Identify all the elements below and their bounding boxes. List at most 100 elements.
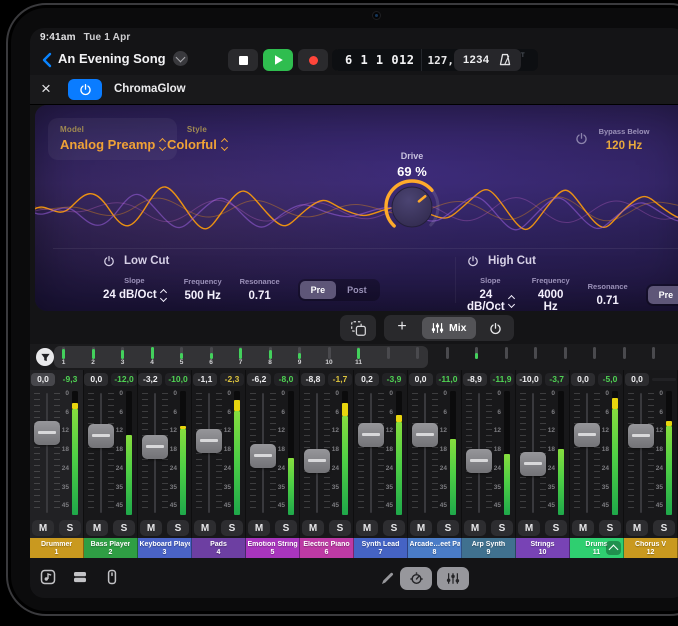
track-name-footer[interactable]: Electric Piano6 (300, 538, 354, 558)
low-cut-frequency-field[interactable]: Frequency 500 Hz (184, 277, 222, 302)
high-cut-power-button[interactable] (467, 255, 479, 267)
track-name-footer[interactable]: Drummer1 (30, 538, 84, 558)
close-plugin-button[interactable]: × (41, 78, 51, 100)
fader-value[interactable]: -8,9 (463, 373, 487, 386)
fader-value[interactable]: 0,0 (625, 373, 649, 386)
fader-value[interactable]: -8,8 (301, 373, 325, 386)
solo-button[interactable]: S (113, 520, 135, 536)
track-name-footer[interactable]: Drums11 (570, 538, 624, 558)
mute-button[interactable]: M (464, 520, 486, 536)
metronome-icon[interactable] (498, 53, 512, 67)
drive-knob[interactable] (382, 177, 442, 237)
low-cut-power-button[interactable] (103, 255, 115, 267)
track-name: Electric Piano (303, 541, 349, 548)
mute-button[interactable]: M (194, 520, 216, 536)
fader-value[interactable]: -6,2 (247, 373, 271, 386)
mute-button[interactable]: M (248, 520, 270, 536)
solo-button[interactable]: S (221, 520, 243, 536)
multiselect-button[interactable] (340, 315, 376, 341)
mute-button[interactable]: M (302, 520, 324, 536)
low-cut-slope-field[interactable]: Slope 24 dB/Oct (103, 276, 166, 303)
bypass-below-field[interactable]: Bypass Below 120 Hz (591, 127, 657, 152)
solo-button[interactable]: S (599, 520, 621, 536)
solo-button[interactable]: S (653, 520, 675, 536)
meter-scale: 061218243545 (218, 390, 231, 514)
level-field[interactable]: Level 0.0 (659, 127, 678, 152)
filter-button[interactable] (36, 348, 54, 366)
back-button[interactable] (40, 52, 54, 68)
fader-ticks (358, 393, 364, 513)
fader-cap-line (92, 434, 110, 437)
solo-button[interactable]: S (545, 520, 567, 536)
fader-value[interactable]: 0,0 (409, 373, 433, 386)
solo-button[interactable]: S (167, 520, 189, 536)
track-name-footer[interactable]: Arp Synth9 (462, 538, 516, 558)
mix-mode-button[interactable]: Mix (422, 317, 476, 339)
smart-controls-button[interactable] (400, 567, 432, 590)
style-selector[interactable]: Style Colorful (167, 125, 227, 152)
solo-button[interactable]: S (329, 520, 351, 536)
meter-scale-label: 12 (224, 427, 231, 434)
fader-value[interactable]: -3,2 (138, 373, 162, 386)
song-menu-button[interactable] (173, 51, 188, 66)
play-button[interactable] (263, 49, 293, 71)
solo-button[interactable]: S (59, 520, 81, 536)
fader-value[interactable]: 0,0 (571, 373, 595, 386)
mute-button[interactable]: M (32, 520, 54, 536)
track-name-footer[interactable]: Synth Lead7 (354, 538, 408, 558)
plugin-name[interactable]: ChromaGlow (114, 83, 186, 95)
high-cut-slope-field[interactable]: Slope 24 dB/Oct (467, 276, 514, 311)
add-track-button[interactable]: + (384, 315, 420, 341)
mute-button[interactable]: M (626, 520, 648, 536)
fader-value[interactable]: -10,0 (516, 373, 541, 386)
mute-button[interactable]: M (518, 520, 540, 536)
mixer-power-button[interactable] (478, 315, 514, 341)
post-button[interactable]: Post (336, 281, 378, 299)
regions-button[interactable] (72, 569, 88, 585)
meter-fill (396, 422, 402, 515)
track-name-footer[interactable]: Keyboard Player3 (138, 538, 192, 558)
fader-value[interactable]: 0,0 (84, 373, 108, 386)
track-name-footer[interactable]: Chorus V12 (624, 538, 678, 558)
solo-button[interactable]: S (383, 520, 405, 536)
track-name-footer[interactable]: Arcade…eet Pad8 (408, 538, 462, 558)
mixer-view-button[interactable] (437, 567, 469, 590)
expand-stack-button[interactable] (606, 541, 621, 555)
meter-scale-label: 18 (170, 446, 177, 453)
model-selector[interactable]: Model Analog Preamp (48, 118, 177, 160)
high-cut-resonance-field[interactable]: Resonance 0.71 (588, 282, 628, 307)
bypass-power-button[interactable] (575, 132, 588, 145)
track-name-footer[interactable]: Strings10 (516, 538, 570, 558)
slope-label: Slope (103, 276, 166, 285)
mute-button[interactable]: M (140, 520, 162, 536)
solo-button[interactable]: S (275, 520, 297, 536)
overview-meter (387, 347, 390, 359)
track-name-footer[interactable]: Pads4 (192, 538, 246, 558)
pre-button[interactable]: Pre (648, 286, 678, 304)
pre-button[interactable]: Pre (300, 281, 337, 299)
solo-button[interactable]: S (491, 520, 513, 536)
mute-button[interactable]: M (356, 520, 378, 536)
count-in-button[interactable]: 1234 (463, 54, 489, 66)
mute-button[interactable]: M (572, 520, 594, 536)
high-cut-frequency-field[interactable]: Frequency 4000 Hz (532, 276, 570, 311)
low-cut-resonance-field[interactable]: Resonance 0.71 (240, 277, 280, 302)
solo-button[interactable]: S (437, 520, 459, 536)
plugin-power-button[interactable] (68, 79, 102, 100)
fader-value[interactable]: 0,0 (31, 373, 55, 386)
track-name-footer[interactable]: Emotion Strings5 (246, 538, 300, 558)
level-meter (288, 391, 294, 515)
song-title[interactable]: An Evening Song (58, 51, 166, 66)
mute-button[interactable]: M (86, 520, 108, 536)
meter-peak-tip (72, 403, 78, 409)
stop-button[interactable] (228, 49, 258, 71)
record-button[interactable] (298, 49, 328, 71)
fader-tools-button[interactable] (104, 569, 120, 585)
fader-value[interactable]: -1,1 (193, 373, 217, 386)
track-name-footer[interactable]: Bass Player2 (84, 538, 138, 558)
fader-value[interactable]: 0,2 (355, 373, 379, 386)
edit-pencil-button[interactable] (380, 572, 394, 586)
peak-value: -2,3 (220, 373, 244, 386)
browser-button[interactable] (40, 569, 56, 585)
mute-button[interactable]: M (410, 520, 432, 536)
